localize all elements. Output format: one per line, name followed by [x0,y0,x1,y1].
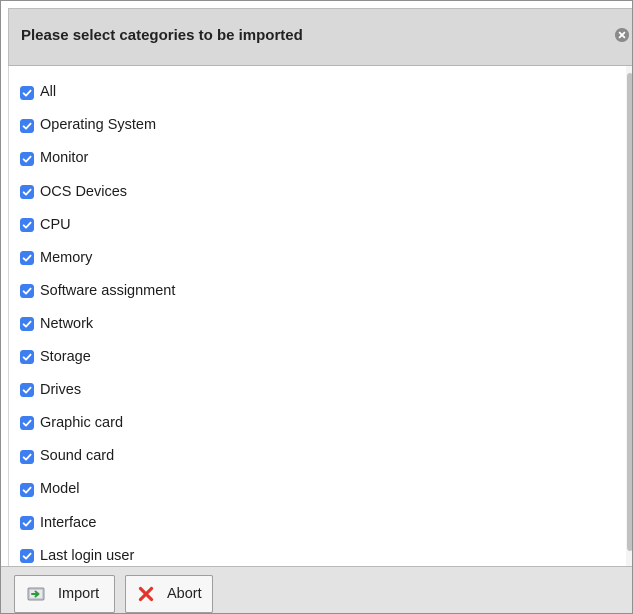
checkbox[interactable] [20,184,34,199]
category-item-interface[interactable]: Interface [20,506,175,539]
vertical-scrollbar[interactable] [626,66,632,566]
category-item-all[interactable]: All [20,76,175,109]
category-list: All Operating System Monitor OCS Devices… [20,76,175,566]
checkbox[interactable] [20,85,34,100]
checkbox[interactable] [20,515,34,530]
checkbox[interactable] [20,482,34,497]
category-item-monitor[interactable]: Monitor [20,142,175,175]
category-item-cpu[interactable]: CPU [20,208,175,241]
category-item-model[interactable]: Model [20,473,175,506]
import-categories-dialog: Please select categories to be imported … [0,0,633,614]
category-item-software-assignment[interactable]: Software assignment [20,275,175,308]
category-item-sound-card[interactable]: Sound card [20,440,175,473]
category-label: Interface [40,514,97,531]
category-item-storage[interactable]: Storage [20,341,175,374]
category-label: CPU [40,216,71,233]
abort-button[interactable]: Abort [125,575,213,613]
dialog-title: Please select categories to be imported [21,27,303,44]
category-item-operating-system[interactable]: Operating System [20,109,175,142]
checkbox[interactable] [20,383,34,398]
checkbox[interactable] [20,548,34,563]
checkbox[interactable] [20,350,34,365]
checkbox[interactable] [20,217,34,232]
abort-button-label: Abort [167,586,202,602]
import-button[interactable]: Import [14,575,115,613]
import-button-label: Import [58,586,100,602]
category-label: Graphic card [40,415,124,432]
category-label: Last login user [40,547,135,564]
category-list-panel: All Operating System Monitor OCS Devices… [9,66,626,566]
abort-icon [137,585,155,603]
category-label: Drives [40,382,82,399]
dialog-footer: Import Abort [1,566,632,613]
category-label: OCS Devices [40,183,128,200]
left-rail [1,66,9,566]
close-icon[interactable] [615,28,629,42]
category-label: Model [40,481,80,498]
category-label: Software assignment [40,282,176,299]
checkbox[interactable] [20,151,34,166]
category-item-graphic-card[interactable]: Graphic card [20,407,175,440]
category-label: Storage [40,349,91,366]
category-label: Network [40,315,94,332]
checkbox[interactable] [20,449,34,464]
checkbox[interactable] [20,284,34,299]
category-label: All [40,84,57,101]
dialog-titlebar: Please select categories to be imported [8,8,632,66]
checkbox[interactable] [20,251,34,266]
category-item-memory[interactable]: Memory [20,241,175,274]
scrollbar-thumb[interactable] [627,73,632,551]
category-label: Monitor [40,150,89,167]
category-label: Operating System [40,117,157,134]
category-item-network[interactable]: Network [20,308,175,341]
checkbox[interactable] [20,416,34,431]
category-label: Memory [40,249,93,266]
category-item-drives[interactable]: Drives [20,374,175,407]
category-item-ocs-devices[interactable]: OCS Devices [20,175,175,208]
category-item-last-login-user[interactable]: Last login user [20,539,175,566]
checkbox[interactable] [20,317,34,332]
category-label: Sound card [40,448,115,465]
checkbox[interactable] [20,118,34,133]
import-icon [26,585,46,603]
